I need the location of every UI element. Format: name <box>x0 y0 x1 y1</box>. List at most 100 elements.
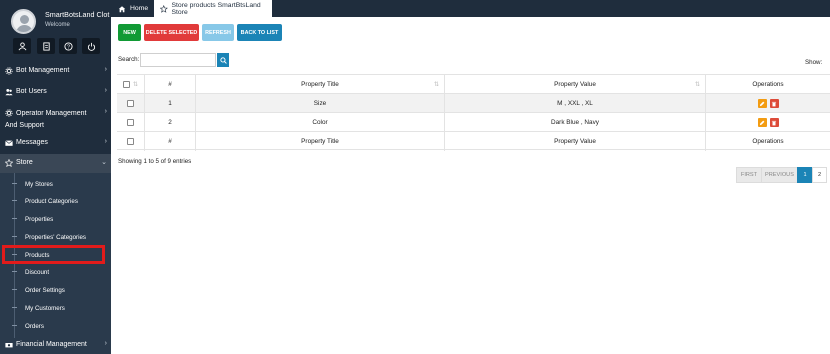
table-footer-row: # Property Title Property Value Operatio… <box>117 131 830 151</box>
menu-label: Store <box>16 159 33 166</box>
menu-store[interactable]: Store ⌄ <box>0 158 111 170</box>
menu-label: Operator Management And Support <box>5 110 87 129</box>
pencil-icon <box>759 120 765 125</box>
row-checkbox[interactable] <box>127 119 134 126</box>
search-label: Search: <box>118 56 140 63</box>
chevron-right-icon: › <box>104 87 107 94</box>
envelope-icon <box>5 140 13 146</box>
profile-panel: SmartBotsLand Clot Welcome ? <box>0 0 111 64</box>
menu-label: Bot Management <box>16 67 70 74</box>
table-header-row: ⇅ # Property Title ⇅ Property Value ⇅ Oper… <box>117 74 830 94</box>
menu-financial-management[interactable]: Financial Management › <box>0 340 111 352</box>
power-icon[interactable] <box>82 38 100 54</box>
submenu-label: Product Categories <box>25 198 78 205</box>
header-property-value[interactable]: Property Value <box>554 81 596 88</box>
submenu-my-customers[interactable]: My Customers <box>0 300 111 317</box>
menu-operator-management[interactable]: Operator Management And Support › <box>0 107 111 131</box>
chevron-right-icon: › <box>104 108 107 115</box>
chevron-right-icon: › <box>104 138 107 145</box>
entries-info: Showing 1 to 5 of 9 entries <box>118 158 192 165</box>
star-icon <box>5 159 13 167</box>
search-button[interactable] <box>217 53 229 67</box>
pagination-previous[interactable]: PREVIOUS <box>761 167 798 183</box>
footer-num: # <box>168 138 172 145</box>
submenu-label: Discount <box>25 269 50 276</box>
home-icon <box>118 5 126 12</box>
gear-icon <box>5 67 13 75</box>
row-num: 2 <box>168 119 172 126</box>
delete-button[interactable] <box>769 99 779 108</box>
back-to-list-button[interactable]: BACK TO LIST <box>237 24 282 41</box>
menu-label: Messages <box>16 139 48 146</box>
edit-button[interactable] <box>757 99 767 108</box>
tab-home[interactable]: Home <box>115 0 153 17</box>
star-icon <box>160 4 168 13</box>
submenu-label: Properties <box>25 216 54 223</box>
avatar <box>11 9 36 34</box>
submenu-properties-categories[interactable]: Properties' Categories <box>0 229 111 246</box>
delete-button[interactable] <box>769 118 779 127</box>
search-icon <box>219 56 227 64</box>
submenu-product-categories[interactable]: Product Categories <box>0 193 111 210</box>
table-row: 2 Color Dark Blue , Navy <box>117 112 830 132</box>
tab-home-label: Home <box>130 5 149 12</box>
row-value: M , XXL , XL <box>557 100 593 107</box>
refresh-button[interactable]: REFRESH <box>202 24 234 41</box>
money-icon <box>5 343 13 348</box>
submenu-order-settings[interactable]: Order Settings <box>0 282 111 299</box>
submenu-label: Order Settings <box>25 287 65 294</box>
pencil-icon <box>759 101 765 106</box>
submenu-label: Properties' Categories <box>25 234 87 241</box>
row-num: 1 <box>168 100 172 107</box>
chevron-down-icon: ⌄ <box>101 159 107 166</box>
pagination: FIRST PREVIOUS 1 2 <box>736 167 827 183</box>
pagination-page-2[interactable]: 2 <box>812 167 827 183</box>
profile-welcome: Welcome <box>45 22 70 28</box>
footer-property-title: Property Title <box>301 138 339 145</box>
menu-label: Bot Users <box>16 88 47 95</box>
submenu-orders[interactable]: Orders <box>0 318 111 335</box>
submenu-discount[interactable]: Discount <box>0 264 111 281</box>
submenu-label: Orders <box>25 323 44 330</box>
show-entries-label: Show: <box>805 59 823 66</box>
tab-bar: Home Store products SmartBtsLand Store <box>111 0 830 17</box>
svg-text:?: ? <box>67 44 70 50</box>
row-title: Color <box>312 119 328 126</box>
submenu-my-stores[interactable]: My Stores <box>0 176 111 193</box>
document-icon[interactable] <box>37 38 55 54</box>
highlight-box <box>2 245 105 264</box>
row-value: Dark Blue , Navy <box>551 119 599 126</box>
user-icon[interactable] <box>13 38 31 54</box>
menu-bot-management[interactable]: Bot Management › <box>0 66 111 78</box>
trash-icon <box>771 120 777 125</box>
table-row: 1 Size M , XXL , XL <box>117 93 830 113</box>
tab-active-label: Store products SmartBtsLand Store <box>171 1 261 16</box>
help-icon[interactable]: ? <box>59 38 77 54</box>
header-property-title[interactable]: Property Title <box>301 81 339 88</box>
trash-icon <box>771 101 777 106</box>
submenu-label: My Customers <box>25 305 65 312</box>
submenu-properties[interactable]: Properties <box>0 211 111 228</box>
sidebar: SmartBotsLand Clot Welcome ? Bot Managem… <box>0 0 111 354</box>
delete-selected-button[interactable]: DELETE SELECTED <box>144 24 199 41</box>
edit-button[interactable] <box>757 118 767 127</box>
sort-icon[interactable]: ⇅ <box>133 81 138 88</box>
users-icon <box>5 88 13 96</box>
search-input[interactable] <box>140 53 216 67</box>
header-operations: Operations <box>752 81 784 88</box>
select-all-checkbox[interactable] <box>122 81 130 88</box>
sort-icon[interactable]: ⇅ <box>434 81 439 88</box>
pagination-first[interactable]: FIRST <box>736 167 762 183</box>
footer-property-value: Property Value <box>554 138 596 145</box>
sort-icon[interactable]: ⇅ <box>695 81 700 88</box>
tab-store-products[interactable]: Store products SmartBtsLand Store <box>154 0 272 17</box>
select-all-checkbox[interactable] <box>127 138 134 145</box>
menu-label: Financial Management <box>16 341 87 348</box>
menu-messages[interactable]: Messages › <box>0 138 111 150</box>
profile-name: SmartBotsLand Clot <box>45 10 110 19</box>
row-checkbox[interactable] <box>127 100 134 107</box>
menu-bot-users[interactable]: Bot Users › <box>0 87 111 99</box>
new-button[interactable]: NEW <box>118 24 141 41</box>
chevron-right-icon: › <box>104 340 107 347</box>
pagination-page-1[interactable]: 1 <box>797 167 813 183</box>
